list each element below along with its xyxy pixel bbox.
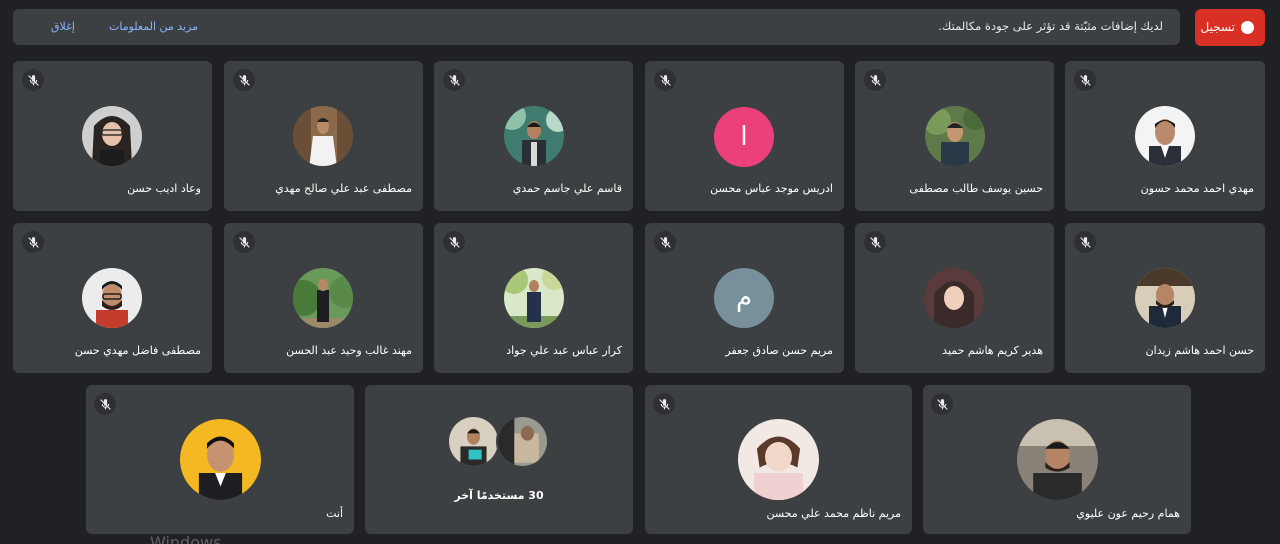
participant-tile[interactable]: مصطفى فاضل مهدي حسن <box>13 223 212 373</box>
record-dot-icon <box>1241 21 1254 34</box>
others-count-label: 30 مستخدمًا آخر <box>454 489 544 502</box>
participant-tile[interactable]: هدير كريم هاشم حميد <box>855 223 1054 373</box>
mic-off-icon <box>443 231 465 253</box>
participant-name: كرار عباس عبد علي جواد <box>506 344 622 357</box>
participant-avatar <box>1135 106 1195 166</box>
participant-avatar <box>293 268 353 328</box>
dismiss-link[interactable]: إغلاق <box>51 20 75 33</box>
mic-off-icon <box>233 69 255 91</box>
participant-avatar <box>447 415 500 468</box>
participant-avatar <box>924 268 984 328</box>
avatar-letter: م <box>735 283 753 313</box>
mic-off-icon <box>443 69 465 91</box>
participant-name: ادريس موجد عباس محسن <box>710 182 833 195</box>
meeting-grid-view: لديك إضافات مثبّتة قد تؤثر على جودة مكال… <box>0 0 1280 544</box>
mic-off-icon <box>22 231 44 253</box>
participant-tile[interactable]: ا ادريس موجد عباس محسن <box>645 61 844 211</box>
participant-avatar <box>504 268 564 328</box>
mic-off-icon <box>864 231 886 253</box>
participant-tile[interactable]: مهند غالب وحيد عبد الحسن <box>224 223 423 373</box>
participant-avatar <box>496 415 549 468</box>
participant-name: همام رحيم عون عليوي <box>1076 507 1180 520</box>
participant-name: هدير كريم هاشم حميد <box>942 344 1043 357</box>
mic-off-icon <box>654 69 676 91</box>
participant-avatar: م <box>714 268 774 328</box>
participant-avatar <box>180 419 261 500</box>
participant-name: مريم حسن صادق جعفر <box>725 344 833 357</box>
participant-avatar <box>504 106 564 166</box>
mic-off-icon <box>233 231 255 253</box>
extensions-notice-bar: لديك إضافات مثبّتة قد تؤثر على جودة مكال… <box>13 9 1180 45</box>
participant-name: حسين يوسف طالب مصطفى <box>909 182 1043 195</box>
mic-off-icon <box>94 393 116 415</box>
mic-off-icon <box>1074 231 1096 253</box>
participant-tile[interactable]: همام رحيم عون عليوي <box>923 385 1191 534</box>
participant-avatar <box>82 268 142 328</box>
participant-name: قاسم علي جاسم حمدي <box>512 182 622 195</box>
participant-tile[interactable]: وعاد اديب حسن <box>13 61 212 211</box>
participant-name: مصطفى عبد علي صالح مهدي <box>275 182 412 195</box>
record-button[interactable]: تسجيل <box>1195 9 1265 46</box>
participant-tile[interactable]: مريم ناظم محمد علي محسن <box>645 385 912 534</box>
mic-off-icon <box>1074 69 1096 91</box>
participant-name: حسن احمد هاشم زيدان <box>1145 344 1254 357</box>
participant-avatar <box>82 106 142 166</box>
participant-avatar <box>293 106 353 166</box>
participant-name: مصطفى فاضل مهدي حسن <box>74 344 201 357</box>
more-info-link[interactable]: مزيد من المعلومات <box>109 20 198 33</box>
self-tile[interactable]: أنت <box>86 385 354 534</box>
avatar-letter: ا <box>740 122 748 152</box>
participant-avatar <box>738 419 819 500</box>
mic-off-icon <box>864 69 886 91</box>
participant-avatar <box>925 106 985 166</box>
others-group-tile[interactable]: 30 مستخدمًا آخر <box>365 385 633 534</box>
participant-name: مهند غالب وحيد عبد الحسن <box>286 344 412 357</box>
participant-tile[interactable]: كرار عباس عبد علي جواد <box>434 223 633 373</box>
participant-tile[interactable]: مهدي احمد محمد حسون <box>1065 61 1265 211</box>
participant-name: وعاد اديب حسن <box>127 182 201 195</box>
notice-message: لديك إضافات مثبّتة قد تؤثر على جودة مكال… <box>938 19 1163 33</box>
participant-avatar: ا <box>714 107 774 167</box>
participant-avatar <box>1135 268 1195 328</box>
mic-off-icon <box>22 69 44 91</box>
participant-name: مهدي احمد محمد حسون <box>1140 182 1254 195</box>
participant-avatar <box>1017 419 1098 500</box>
participant-tile[interactable]: حسين يوسف طالب مصطفى <box>855 61 1054 211</box>
mic-off-icon <box>931 393 953 415</box>
participant-tile[interactable]: قاسم علي جاسم حمدي <box>434 61 633 211</box>
participant-name: مريم ناظم محمد علي محسن <box>766 507 902 520</box>
participant-tile[interactable]: حسن احمد هاشم زيدان <box>1065 223 1265 373</box>
mic-off-icon <box>653 393 675 415</box>
windows-watermark: Windows <box>150 533 222 544</box>
participant-tile[interactable]: م مريم حسن صادق جعفر <box>645 223 844 373</box>
participant-name: أنت <box>326 507 343 520</box>
record-button-label: تسجيل <box>1200 20 1236 34</box>
mic-off-icon <box>654 231 676 253</box>
participant-tile[interactable]: مصطفى عبد علي صالح مهدي <box>224 61 423 211</box>
